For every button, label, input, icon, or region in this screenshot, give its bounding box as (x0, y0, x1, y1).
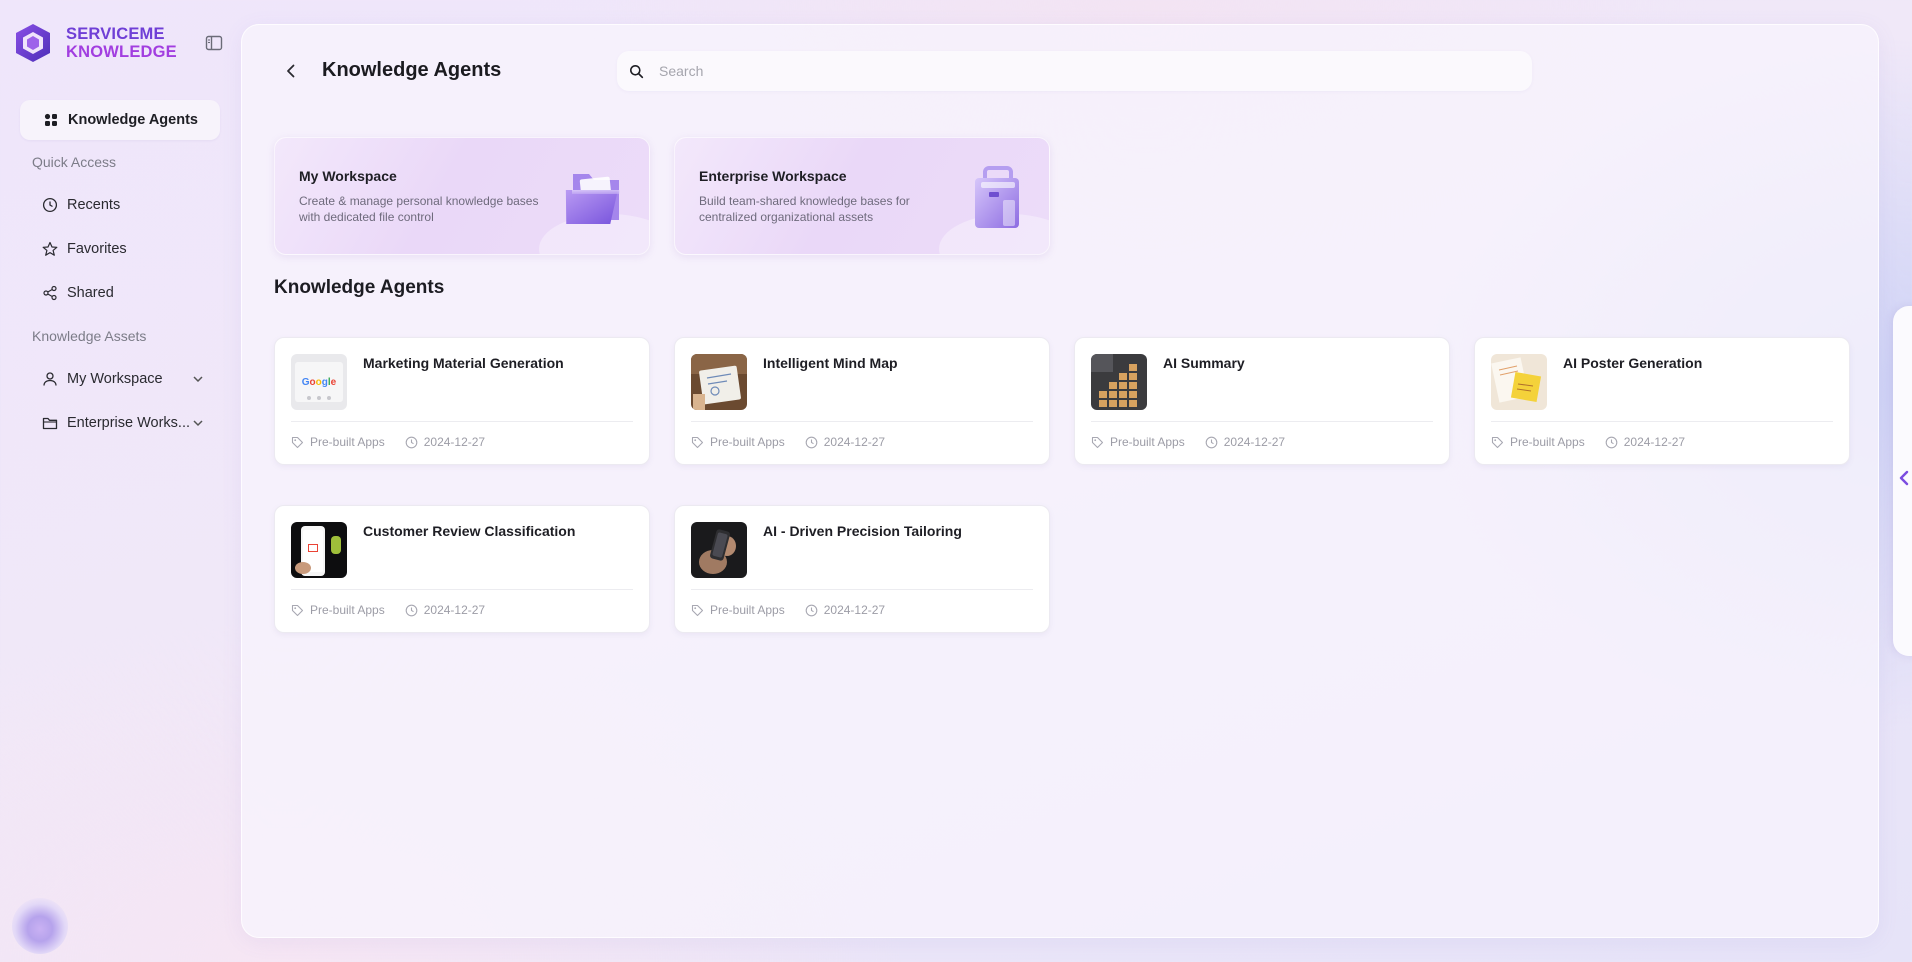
agent-thumbnail (1091, 354, 1147, 410)
agent-name: Intelligent Mind Map (763, 355, 898, 371)
sidebar-item-my-workspace[interactable]: My Workspace (42, 367, 203, 391)
agent-name: Marketing Material Generation (363, 355, 564, 371)
agent-thumbnail: Google (291, 354, 347, 410)
back-arrow-icon[interactable] (281, 61, 301, 81)
sidebar-item-shared[interactable]: Shared (42, 281, 114, 305)
main-panel: Knowledge Agents My Workspace Create & m… (241, 24, 1879, 938)
agent-card-ai-poster-generation[interactable]: AI Poster Generation Pre-built Apps 2024… (1474, 337, 1850, 465)
chevron-left-icon (1899, 470, 1909, 486)
agent-date: 2024-12-27 (423, 603, 486, 617)
chevron-down-icon[interactable] (192, 373, 204, 385)
workspace-card-description: Build team-shared knowledge bases for ce… (699, 194, 910, 224)
assistant-orb-button[interactable] (12, 898, 68, 954)
clock-icon (405, 436, 418, 448)
agent-tag: Pre-built Apps (1510, 435, 1585, 449)
clock-icon (42, 197, 58, 213)
sidebar-item-label: Enterprise Works... (67, 415, 191, 431)
sidebar-item-enterprise-workspace[interactable]: Enterprise Works... (42, 411, 203, 435)
sidebar-item-label: Knowledge Agents (68, 112, 198, 128)
agent-name: AI Poster Generation (1563, 355, 1703, 371)
star-icon (42, 241, 58, 256)
agent-tag: Pre-built Apps (310, 603, 385, 617)
page-title: Knowledge Agents (322, 59, 502, 81)
agent-thumbnail (1491, 354, 1547, 410)
folder-icon (42, 417, 58, 430)
knowledge-assets-label: Knowledge Assets (32, 328, 147, 344)
search-bar[interactable] (617, 51, 1532, 91)
agent-date: 2024-12-27 (1223, 435, 1286, 449)
sidebar-item-knowledge-agents[interactable]: Knowledge Agents (20, 100, 220, 140)
sidebar-item-label: Shared (67, 285, 114, 301)
search-input[interactable] (659, 63, 1479, 79)
clock-icon (1605, 436, 1618, 448)
tag-icon (1091, 436, 1104, 448)
agent-thumbnail (291, 522, 347, 578)
share-icon (43, 285, 57, 301)
agent-date: 2024-12-27 (1623, 435, 1686, 449)
agent-tag: Pre-built Apps (310, 435, 385, 449)
chevron-down-icon[interactable] (192, 417, 204, 429)
briefcase-illustration-icon (975, 166, 1019, 228)
search-icon (630, 64, 644, 78)
sidebar: SERVICEME KNOWLEDGE Knowledge Agents Qui… (0, 0, 240, 962)
clock-icon (805, 604, 818, 616)
agent-tag: Pre-built Apps (710, 435, 785, 449)
serviceme-logo-icon (16, 24, 50, 62)
svg-text:Google: Google (302, 377, 337, 388)
sidebar-item-recents[interactable]: Recents (42, 193, 120, 217)
brand-line1: SERVICEME (66, 25, 165, 43)
agent-name: AI Summary (1163, 355, 1245, 371)
tag-icon (291, 436, 304, 448)
agent-thumbnail (691, 522, 747, 578)
agent-tag: Pre-built Apps (710, 603, 785, 617)
grid-icon (44, 113, 57, 126)
brand-line2: KNOWLEDGE (66, 43, 177, 61)
my-workspace-card[interactable]: My Workspace Create & manage personal kn… (274, 137, 650, 255)
agent-date: 2024-12-27 (423, 435, 486, 449)
sidebar-item-label: Favorites (67, 241, 127, 257)
sidebar-item-label: Recents (67, 197, 121, 213)
agent-thumbnail (691, 354, 747, 410)
brand[interactable]: SERVICEME KNOWLEDGE (14, 22, 177, 64)
tag-icon (291, 604, 304, 616)
tag-icon (1491, 436, 1504, 448)
agent-card-intelligent-mind-map[interactable]: Intelligent Mind Map Pre-built Apps 2024… (674, 337, 1050, 465)
tag-icon (691, 604, 704, 616)
folder-illustration-icon (565, 174, 620, 224)
workspace-card-description: Create & manage personal knowledge bases… (299, 194, 539, 224)
agent-name: AI - Driven Precision Tailoring (763, 523, 962, 539)
clock-icon (1205, 436, 1218, 448)
clock-icon (805, 436, 818, 448)
tag-icon (691, 436, 704, 448)
agent-card-customer-review-classification[interactable]: Customer Review Classification Pre-built… (274, 505, 650, 633)
section-title: Knowledge Agents (274, 277, 445, 298)
sidebar-item-label: My Workspace (67, 371, 163, 387)
clock-icon (405, 604, 418, 616)
quick-access-label: Quick Access (32, 154, 117, 170)
sidebar-item-favorites[interactable]: Favorites (42, 237, 127, 261)
agent-date: 2024-12-27 (823, 435, 886, 449)
agent-tag: Pre-built Apps (1110, 435, 1185, 449)
agent-name: Customer Review Classification (363, 523, 576, 539)
workspace-card-title: My Workspace (299, 168, 397, 184)
agent-card-ai-summary[interactable]: AI Summary Pre-built Apps 2024-12-27 (1074, 337, 1450, 465)
enterprise-workspace-card[interactable]: Enterprise Workspace Build team-shared k… (674, 137, 1050, 255)
agent-card-marketing-material-generation[interactable]: Google Marketing Material Generation Pre… (274, 337, 650, 465)
workspace-card-title: Enterprise Workspace (699, 168, 847, 184)
user-icon (43, 372, 57, 386)
agent-date: 2024-12-27 (823, 603, 886, 617)
sidebar-toggle-icon[interactable] (205, 34, 223, 52)
agent-card-ai-driven-precision-tailoring[interactable]: AI - Driven Precision Tailoring Pre-buil… (674, 505, 1050, 633)
right-panel-expand-tab[interactable] (1893, 306, 1912, 656)
